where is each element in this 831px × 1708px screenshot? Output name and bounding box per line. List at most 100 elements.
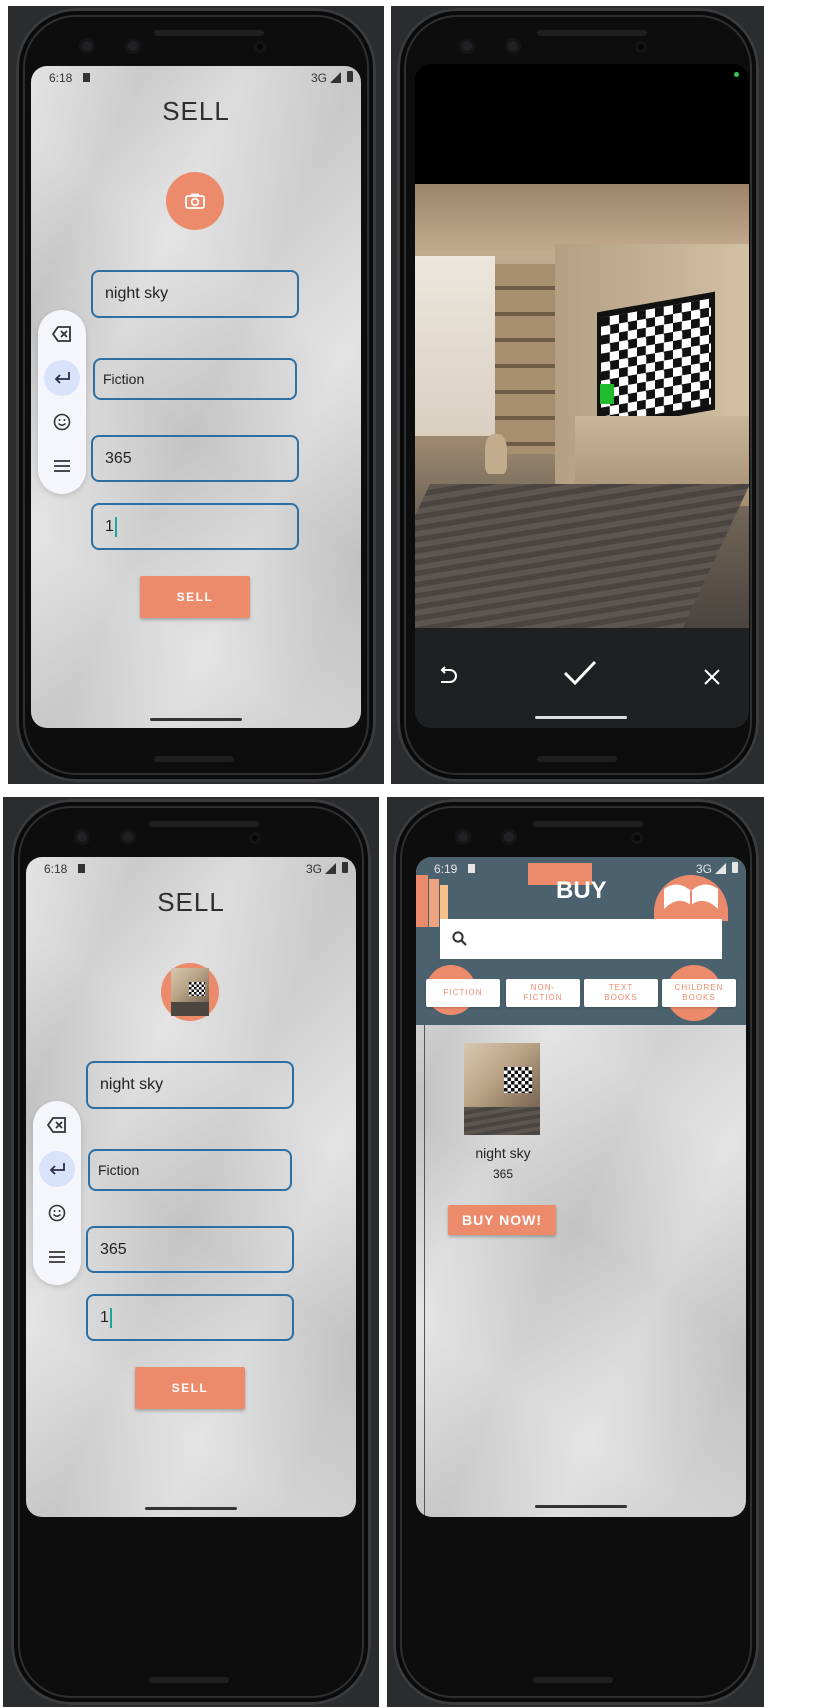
emoji-button[interactable] [44, 404, 80, 440]
category-field[interactable]: Fiction [88, 1149, 292, 1191]
speaker-grille [149, 821, 259, 827]
enter-button[interactable] [39, 1151, 75, 1187]
book-card[interactable]: night sky 365 [448, 1043, 558, 1181]
book-name-value: night sky [105, 285, 169, 302]
book-title: night sky [475, 1145, 531, 1161]
emoji-button[interactable] [39, 1195, 75, 1231]
panel-camera [391, 6, 764, 784]
books-decoration-icon [429, 879, 439, 927]
category-nonfiction-button[interactable]: NON- FICTION [506, 979, 580, 1007]
speaker-grille [537, 30, 647, 36]
speaker-grille [533, 821, 643, 827]
book-name-field[interactable]: night sky [86, 1061, 294, 1109]
price-value: 365 [105, 449, 132, 467]
sd-card-icon [83, 73, 90, 82]
category-field[interactable]: Fiction [93, 358, 297, 400]
page-title: SELL [157, 887, 225, 917]
header-title: BUY [556, 877, 607, 904]
signal-icon [715, 863, 726, 874]
menu-button[interactable] [44, 448, 80, 484]
battery-icon [347, 71, 353, 82]
status-bar: 6:18 3G [26, 857, 356, 879]
retake-button[interactable] [437, 666, 463, 692]
front-camera [635, 41, 647, 53]
enter-icon [54, 372, 70, 384]
quantity-field[interactable]: 1 [91, 503, 299, 550]
quantity-field[interactable]: 1 [86, 1294, 294, 1341]
home-indicator [535, 1505, 627, 1508]
emoji-icon [48, 1204, 66, 1222]
buy-header: 6:19 3G BUY FICTION NON- FICTION TEXT BO… [416, 857, 746, 1025]
speaker-grille-bottom [537, 756, 617, 762]
menu-button[interactable] [39, 1239, 75, 1275]
camera-lens [79, 38, 95, 54]
keyboard-floating-toolbar [38, 310, 86, 494]
book-image [464, 1043, 540, 1135]
panel-buy: 6:19 3G BUY FICTION NON- FICTION TEXT BO… [387, 797, 764, 1707]
category-children-button[interactable]: CHILDREN BOOKS [662, 979, 736, 1007]
speaker-grille-bottom [533, 1677, 613, 1683]
confirm-button[interactable] [563, 660, 599, 692]
quantity-value: 1 [105, 517, 114, 535]
camera-lens [455, 829, 471, 845]
panel-sell-form-with-photo: 6:18 3G SELL night sky Fiction 365 1 SEL… [3, 797, 379, 1707]
home-indicator [145, 1507, 237, 1510]
sell-button[interactable]: SELL [140, 576, 250, 618]
price-field[interactable]: 365 [86, 1226, 294, 1273]
backspace-button[interactable] [39, 1107, 75, 1143]
sell-button[interactable]: SELL [135, 1367, 245, 1409]
keyboard-floating-toolbar [33, 1101, 81, 1285]
search-icon [452, 931, 467, 946]
enter-icon [49, 1163, 65, 1175]
book-price: 365 [492, 1167, 514, 1181]
search-bar[interactable] [440, 919, 722, 959]
category-textbooks-button[interactable]: TEXT BOOKS [584, 979, 658, 1007]
open-book-icon [654, 875, 728, 921]
home-indicator [535, 716, 627, 719]
camera-controls-bar [415, 628, 749, 728]
front-camera [254, 41, 266, 53]
camera-lens [74, 829, 90, 845]
quantity-value: 1 [100, 1308, 109, 1326]
speaker-grille-bottom [154, 756, 234, 762]
category-fiction-label: FICTION [443, 988, 483, 997]
book-image-tv [504, 1067, 532, 1093]
book-name-value: night sky [100, 1076, 164, 1093]
category-nonfiction-label: NON- FICTION [523, 983, 563, 1002]
front-camera [631, 832, 643, 844]
sd-card-icon [78, 864, 85, 873]
panel-sell-form: 6:18 3G SELL night sky Fiction 365 1 SEL… [8, 6, 384, 784]
phone-frame: 6:18 3G SELL night sky Fiction 365 1 SEL… [11, 799, 371, 1705]
battery-icon [732, 862, 738, 873]
photo-shelf [495, 264, 555, 454]
camera-lens [501, 829, 517, 845]
speaker-grille [154, 30, 264, 36]
backspace-icon [47, 1117, 66, 1133]
book-name-field[interactable]: night sky [91, 270, 299, 318]
cancel-button[interactable] [703, 668, 725, 690]
network-label: 3G [305, 862, 322, 876]
page-title: SELL [162, 96, 230, 126]
category-value: Fiction [103, 371, 145, 387]
battery-icon [342, 862, 348, 873]
phone-frame [397, 8, 759, 782]
menu-icon [49, 1251, 65, 1263]
phone-frame: 6:18 3G SELL night sky Fiction 365 1 SEL… [16, 8, 376, 782]
category-children-label: CHILDREN BOOKS [674, 983, 724, 1002]
category-textbooks-label: TEXT BOOKS [604, 983, 638, 1002]
category-fiction-button[interactable]: FICTION [426, 979, 500, 1007]
privacy-indicator [734, 72, 739, 77]
signal-icon [325, 863, 336, 874]
camera-lens [505, 38, 521, 54]
buy-screen: 6:19 3G BUY FICTION NON- FICTION TEXT BO… [416, 857, 746, 1517]
category-value: Fiction [98, 1162, 140, 1178]
camera-lens [125, 38, 141, 54]
backspace-button[interactable] [44, 316, 80, 352]
enter-button[interactable] [44, 360, 80, 396]
book-photo-button[interactable] [161, 963, 219, 1021]
price-field[interactable]: 365 [91, 435, 299, 482]
add-photo-button[interactable] [166, 172, 224, 230]
speaker-grille-bottom [149, 1677, 229, 1683]
buy-now-button[interactable]: BUY NOW! [448, 1205, 556, 1235]
cancel-icon [704, 669, 720, 685]
